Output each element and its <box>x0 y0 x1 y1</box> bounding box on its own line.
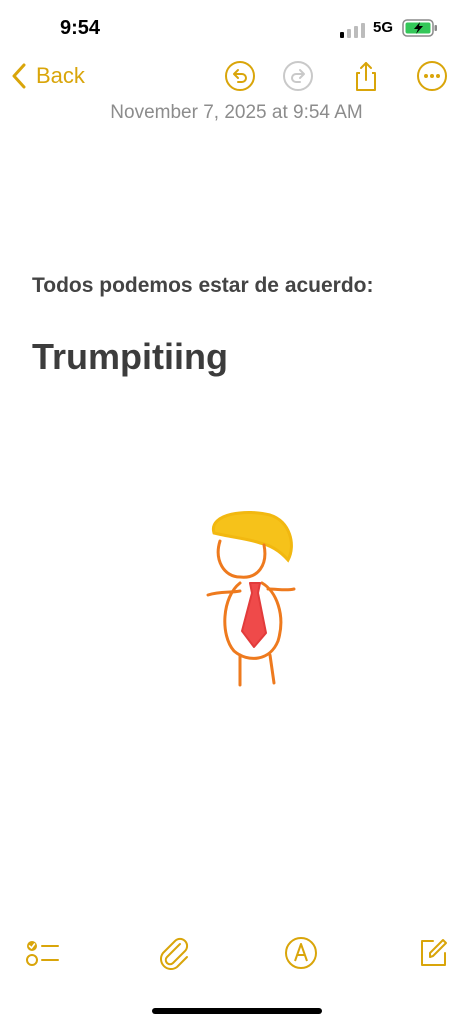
note-heading[interactable]: Trumpitiing <box>32 336 228 378</box>
more-icon[interactable] <box>416 60 448 92</box>
network-type: 5G <box>373 19 394 36</box>
note-text-line[interactable]: Todos podemos estar de acuerdo: <box>32 274 374 298</box>
note-date: November 7, 2025 at 9:54 AM <box>110 102 363 123</box>
status-bar: 9:54 5G <box>0 0 473 56</box>
back-label: Back <box>36 63 85 88</box>
status-time: 9:54 <box>60 17 101 39</box>
back-button[interactable]: Back <box>12 60 85 92</box>
sketch-drawing <box>206 510 296 687</box>
hair-sketch <box>212 510 293 563</box>
battery-charging-icon <box>402 19 437 37</box>
checklist-icon[interactable] <box>24 935 60 971</box>
navigation-bar: Back <box>0 56 473 96</box>
bottom-toolbar <box>0 935 473 985</box>
home-indicator <box>152 1008 322 1014</box>
paperclip-icon[interactable] <box>156 935 192 971</box>
markup-pen-icon[interactable] <box>283 935 319 971</box>
compose-icon[interactable] <box>415 935 451 971</box>
chevron-left-icon <box>12 63 26 89</box>
share-icon[interactable] <box>350 60 382 92</box>
tie-sketch <box>241 582 267 648</box>
cellular-signal-icon <box>340 23 365 38</box>
redo-icon[interactable] <box>282 60 314 92</box>
undo-icon[interactable] <box>224 60 256 92</box>
face-sketch <box>216 539 267 579</box>
